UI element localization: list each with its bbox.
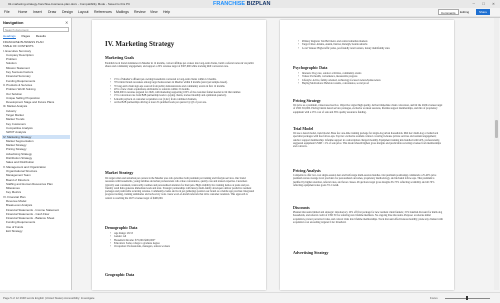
tab-results[interactable]: Results — [36, 34, 46, 38]
menu-home[interactable]: Home — [18, 8, 27, 16]
heading-tree: FRANCHISE BUSINESS PLAN TABLE OF CONTENTS… — [2, 40, 70, 233]
heading-market-strategy: Market Strategy — [105, 170, 134, 175]
menu-bar: File Home Insert Draw Design Layout Refe… — [0, 8, 500, 16]
heading-trial-model: Trial Model — [293, 126, 314, 131]
heading-pricing-analysis: Pricing Analysis — [293, 168, 321, 173]
menu-insert[interactable]: Insert — [33, 8, 42, 16]
zoom-slider-knob[interactable] — [466, 296, 468, 300]
navigation-pane: Navigation ✕ Search document Headings Pa… — [0, 18, 72, 290]
document-page-1: IV. Marketing Strategy Marketing Goals E… — [92, 20, 266, 290]
menu-review[interactable]: Review — [134, 8, 145, 16]
ribbon-divider — [0, 16, 500, 18]
bullet-item: Occupation: Professionals, managers, rem… — [110, 245, 255, 249]
section-title: IV. Marketing Strategy — [105, 40, 175, 48]
menu-mailings[interactable]: Mailings — [116, 8, 129, 16]
title-bar: 02-marketing-strategy-franchise-business… — [0, 0, 500, 8]
zoom-slider[interactable] — [445, 297, 490, 299]
menu-references[interactable]: References — [94, 8, 112, 16]
bullet-item: Active B2B partnerships driving at least… — [110, 101, 255, 105]
menu-layout[interactable]: Layout — [78, 8, 89, 16]
discounts-text: Planned discounts limited and strategic:… — [293, 211, 443, 224]
bullet-item: Local Venues: High-traffic parks, pet-fr… — [298, 47, 443, 51]
geographic-list: Primary Regions: Ten Bell metro and cent… — [298, 40, 443, 50]
status-bar: Page 5 of 12 2648 words English (United … — [0, 292, 500, 302]
heading-marketing-goals: Marketing Goals — [105, 55, 134, 60]
vertical-scrollbar[interactable] — [494, 18, 499, 290]
menu-draw[interactable]: Draw — [48, 8, 56, 16]
bullet-item: Buying Motivations: Behavior results, co… — [298, 82, 443, 86]
demographic-list: Age Range: 28-55Gender: AllHousehold Inc… — [110, 232, 255, 249]
menu-design[interactable]: Design — [62, 8, 73, 16]
menu-file[interactable]: File — [4, 8, 10, 16]
trial-text: We use a tiered model, trend model. Base… — [293, 132, 441, 149]
close-icon[interactable]: ✕ — [65, 20, 68, 25]
nav-tabs: Headings Pages Results — [3, 34, 51, 39]
menu-view[interactable]: View — [150, 8, 158, 16]
goals-intro: Establish local brand dominance in Muell… — [105, 62, 254, 69]
nav-title: Navigation — [3, 20, 24, 25]
tab-headings[interactable]: Headings — [3, 34, 16, 39]
heading-advertising: Advertising Strategy — [293, 250, 329, 255]
scrollbar-thumb[interactable] — [495, 120, 498, 138]
comments-button[interactable]: Comments — [438, 9, 459, 15]
brand-logo: FRANCHISE BIZPLAN — [213, 1, 271, 7]
analysis-text: Competitors offer low-cost single-sessio… — [293, 174, 437, 187]
nav-search-input[interactable]: Search document — [3, 27, 69, 32]
heading-psychographic: Psychographic Data — [293, 65, 328, 70]
heading-pricing: Pricing Strategy — [293, 98, 321, 103]
psychographic-list: Interests: Dog care, outdoor activities,… — [298, 72, 443, 86]
market-strategy-text: We target urban and suburban pet owners … — [105, 177, 255, 200]
menu-help[interactable]: Help — [163, 8, 170, 16]
window-controls[interactable]: ─ ☐ ✕ — [473, 0, 499, 8]
nav-heading-item[interactable]: Exit Strategy — [2, 229, 70, 233]
document-page-2: Primary Regions: Ten Bell metro and cent… — [280, 20, 454, 290]
window-title: 02-marketing-strategy-franchise-business… — [8, 2, 131, 6]
heading-discounts: Discounts — [293, 205, 310, 210]
heading-geographic: Geographic Data — [105, 272, 135, 277]
pricing-text: We price as a premium, value-based servi… — [293, 104, 443, 114]
goals-list: 15% of Mueller's affluent pet-owning hou… — [110, 78, 255, 105]
heading-demographic: Demographic Data — [105, 225, 138, 230]
editing-button[interactable]: Editing — [460, 9, 469, 15]
share-button[interactable]: Share — [476, 9, 491, 15]
tab-pages[interactable]: Pages — [22, 34, 31, 38]
